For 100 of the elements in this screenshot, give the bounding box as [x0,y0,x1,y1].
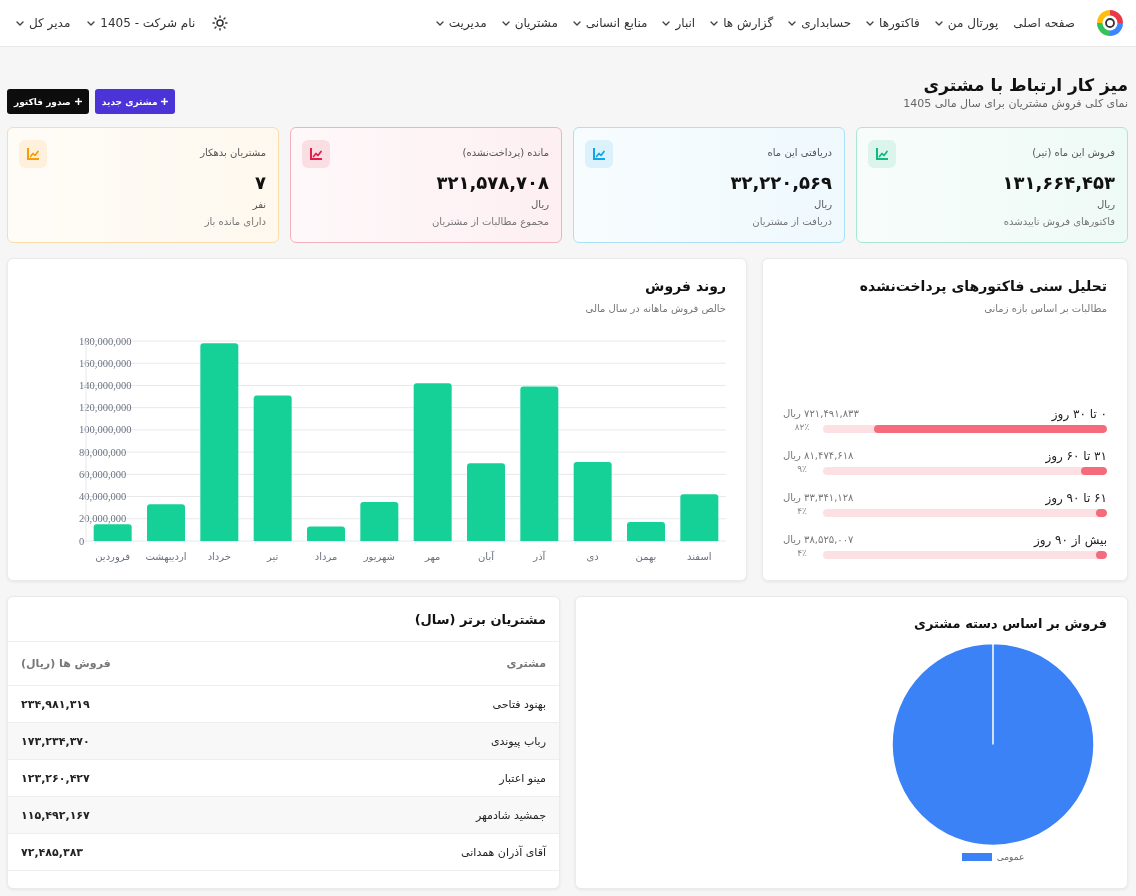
legend-swatch-icon [961,853,992,861]
account-menu[interactable]: نام شرکت - 1405 [87,16,196,30]
line-chart-icon [302,140,330,168]
x-axis-label: آذر [533,551,546,562]
y-axis-label: 180,000,000 [79,335,132,347]
kpi-value: ۳۲۱,۵۷۸,۷۰۸ [436,172,549,194]
kpi-value: ۳۲,۲۲۰,۵۶۹ [730,172,832,194]
kpi-label: فروش این ماه (تیر) [1032,146,1115,160]
line-chart-icon [19,140,47,168]
sales-bar [307,526,345,541]
kpi-note: مجموع مطالبات از مشتریان [432,215,549,229]
aging-amount: ۳۸,۵۲۵,۰۰۷ ریال [783,533,854,547]
aging-range-label: ۰ تا ۳۰ روز [1051,406,1107,422]
kpi-value: ۷ [255,172,266,194]
customer-name: جمشید شادمهر [475,808,546,822]
y-axis-label: 60,000,000 [79,468,127,480]
page-title: میز کار ارتباط با مشتری [922,74,1128,97]
aging-amount: ۷۲۱,۴۹۱,۸۳۳ ریال [783,407,859,421]
sales-amount: ۲۳۴,۹۸۱,۳۱۹ [21,697,90,711]
x-axis-label: اردیبهشت [145,551,187,562]
nav-menu-item[interactable]: حسابداری [788,16,852,30]
aging-percent: ۴٪ [796,505,808,517]
x-axis-label: مرداد [314,551,338,562]
aging-amount: ۸۱,۴۷۴,۶۱۸ ریال [783,449,854,463]
nav-menu-item[interactable]: فاکتورها [866,16,920,30]
chevron-down-icon [435,20,444,26]
card-subtitle: خالص فروش ماهانه در سال مالی [585,302,726,316]
line-chart-icon [868,140,896,168]
nav-menu-item[interactable]: منابع انسانی [572,16,648,30]
kpi-unit: ریال [814,198,832,212]
aging-percent: ۴٪ [796,547,808,559]
kpi-unit: ریال [1097,198,1115,212]
x-axis-label: تیر [267,551,279,562]
line-chart-icon [585,140,613,168]
x-axis-label: اسفند [687,551,712,562]
customer-name: بهنود فتاحی [492,697,546,711]
sales-amount: ۷۲,۴۸۵,۳۸۳ [21,845,84,859]
x-axis-label: بهمن [635,551,657,562]
aging-range-label: ۳۱ تا ۶۰ روز [1045,448,1107,464]
kpi-unit: ریال [531,198,549,212]
add-customer-button[interactable]: مشتری جدید [94,89,176,114]
issue-invoice-button[interactable]: صدور فاکتور [7,89,89,114]
kpi-value: ۱۳۱,۶۶۴,۴۵۳ [1002,172,1115,194]
y-axis-label: 80,000,000 [79,446,127,458]
page-subtitle: نمای کلی فروش مشتریان برای سال مالی 1405 [903,97,1128,111]
column-header: مشتری [506,657,546,670]
sales-amount: ۱۲۳,۲۶۰,۴۲۷ [21,771,90,785]
card-title: مشتریان برتر (سال) [414,611,546,627]
y-axis-label: 100,000,000 [79,424,132,436]
chevron-down-icon [866,20,875,26]
chevron-down-icon [87,20,96,26]
chevron-down-icon [662,20,671,26]
x-axis-label: مهر [424,551,441,562]
legend-label: عمومی [996,852,1025,862]
sun-icon[interactable] [212,15,229,31]
kpi-label: مانده (پرداخت‌نشده) [462,146,549,160]
nav-menu-item[interactable]: مدیریت [435,16,487,30]
card-subtitle: مطالبات بر اساس بازه زمانی [984,302,1107,316]
chevron-down-icon [572,20,581,26]
nav-menu-item[interactable]: پورتال من [934,16,999,30]
logo-icon[interactable] [1095,8,1125,38]
account-menu[interactable]: مدیر کل [16,16,71,30]
aging-percent: ۹٪ [796,463,808,475]
x-axis-label: آبان [478,551,494,562]
y-axis-label: 40,000,000 [79,491,127,503]
kpi-note: دریافت از مشتریان [752,215,832,229]
chevron-down-icon [501,20,510,26]
nav-menu-item[interactable]: صفحه اصلی [1013,16,1075,30]
chevron-down-icon [788,20,797,26]
y-axis-label: 20,000,000 [79,513,127,525]
sales-bar [93,524,132,541]
y-axis-label: 120,000,000 [79,402,132,414]
y-axis-label: 160,000,000 [79,357,132,369]
kpi-note: دارای مانده باز [204,215,266,229]
kpi-note: فاکتورهای فروش تاییدشده [1003,215,1115,229]
plus-icon [161,98,169,105]
customer-name: مینو اعتبار [499,771,546,785]
nav-menu-item[interactable]: گزارش ها [710,16,774,30]
card-title: فروش بر اساس دسته مشتری [914,615,1107,633]
sales-bar [627,522,665,541]
customer-name: رباب پیوندی [490,734,546,748]
kpi-label: دریافتی این ماه [767,146,832,160]
x-axis-label: شهریور [363,551,395,562]
customer-name: آقای آذران همدانی [461,845,546,859]
kpi-label: مشتریان بدهکار [200,146,266,160]
y-axis-label: 140,000,000 [79,379,132,391]
chevron-down-icon [710,20,719,26]
sales-amount: ۱۱۵,۴۹۲,۱۶۷ [21,808,90,822]
x-axis-label: فروردین [95,551,131,562]
sales-bar [360,502,399,541]
sales-bar [680,494,719,541]
nav-menu-item[interactable]: مشتریان [501,16,558,30]
nav-menu-item[interactable]: انبار [662,16,696,30]
chevron-down-icon [16,20,24,26]
card-title: تحلیل سنی فاکتورهای پرداخت‌نشده [859,277,1107,296]
aging-percent: ۸۲٪ [793,421,811,433]
aging-range-label: ۶۱ تا ۹۰ روز [1045,490,1107,506]
plus-icon [74,98,82,105]
card-title: روند فروش [645,277,726,296]
aging-range-label: بیش از ۹۰ روز [1033,532,1107,548]
